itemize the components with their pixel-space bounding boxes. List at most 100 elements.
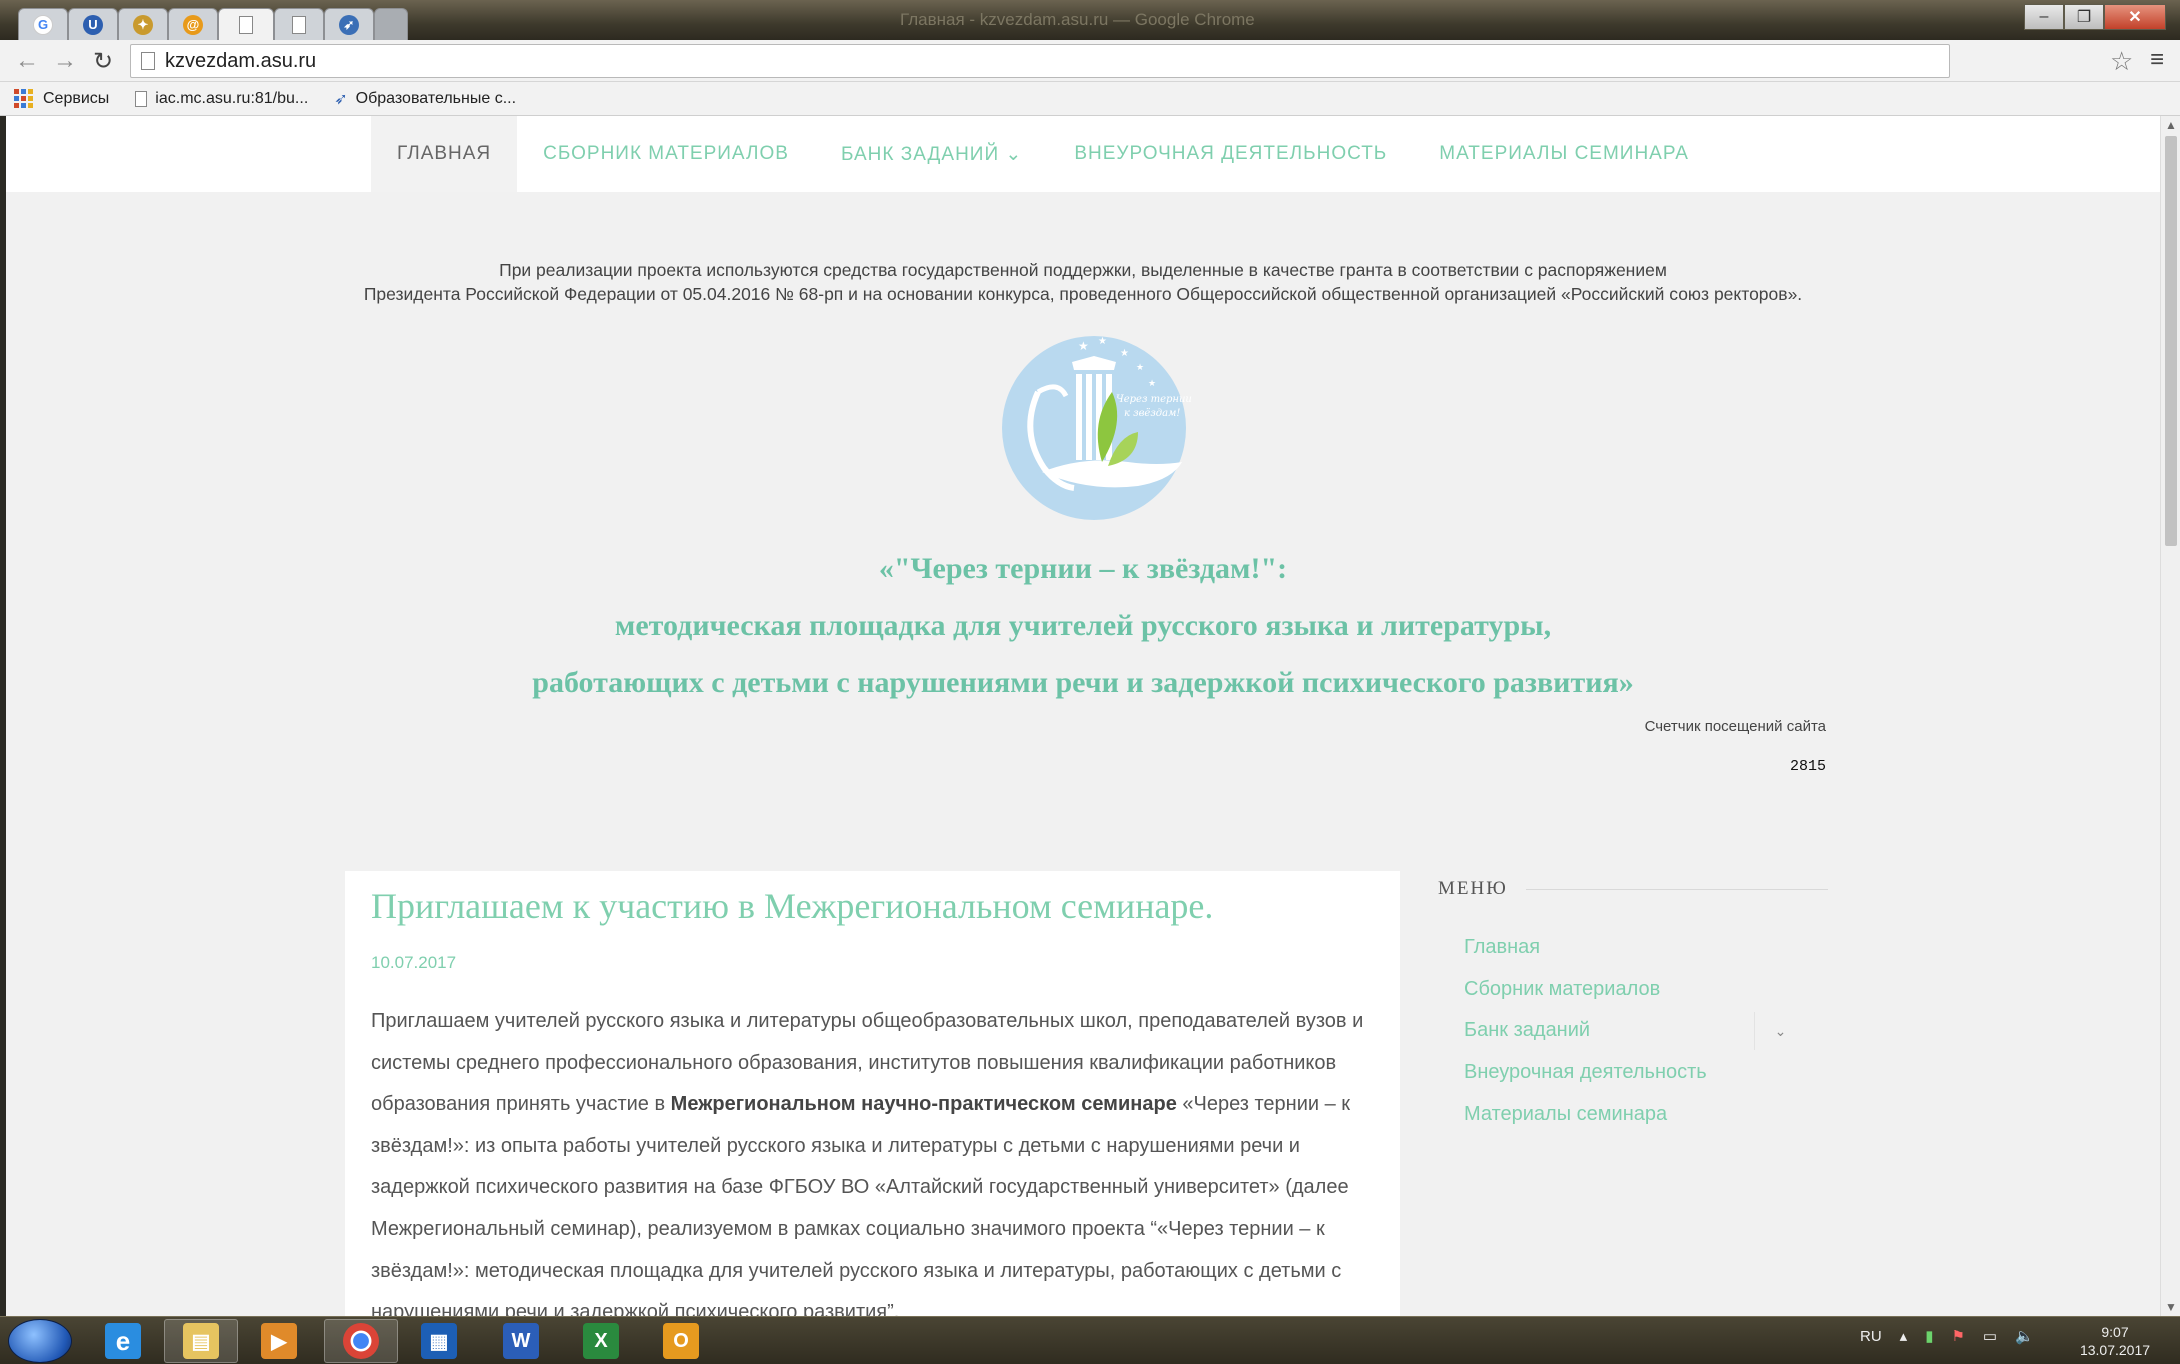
bookmark-educational[interactable]: ➶ Образовательные с... [334,89,516,109]
nav-seminar-materials[interactable]: МАТЕРИАЛЫ СЕМИНАРА [1413,116,1715,192]
emblem-icon: ✦ [133,14,153,35]
new-tab-button[interactable] [374,8,408,40]
address-bar[interactable] [130,44,1950,78]
nav-home[interactable]: ГЛАВНАЯ [371,116,518,192]
scroll-up-icon[interactable]: ▲ [2165,118,2177,132]
maximize-button[interactable]: ❐ [2064,4,2104,30]
taskbar-excel[interactable]: X [564,1319,638,1363]
close-button[interactable]: ✕ [2104,4,2166,30]
sidebar-item-task-bank[interactable]: Банк заданий ⌄ [1464,1010,1828,1052]
tab-mail[interactable]: @ [168,8,218,40]
scroll-down-icon[interactable]: ▼ [2165,1300,2177,1314]
window-title: Главная - kzvezdam.asu.ru — Google Chrom… [900,10,1255,29]
article-text-bold: Межрегиональном научно-практическом семи… [670,1093,1177,1116]
taskbar-chrome[interactable] [324,1319,398,1363]
taskbar-ie[interactable]: e [86,1319,160,1363]
taskbar-outlook[interactable]: O [644,1319,718,1363]
back-button[interactable]: ← [12,46,42,76]
tab-google[interactable]: G [18,8,68,40]
start-button-windows-icon[interactable] [8,1319,72,1363]
sidebar-item-seminar[interactable]: Материалы семинара [1464,1093,1828,1135]
bookmark-iac[interactable]: iac.mc.asu.ru:81/bu... [135,90,308,108]
article-date[interactable]: 10.07.2017 [371,953,1374,973]
svg-text:★: ★ [1078,339,1089,353]
sidebar-item-home[interactable]: Главная [1464,927,1828,969]
sidebar-divider [1525,888,1828,890]
page-scrollbar[interactable]: ▲ ▼ [2160,116,2180,1316]
nav-task-bank[interactable]: БАНК ЗАДАНИЙ ⌄ [815,116,1048,192]
action-center-icon[interactable]: ⚑ [1951,1327,1964,1345]
visit-counter-value: 2815 [1789,758,1826,775]
sidebar-menu: МЕНЮ Главная Сборник материалов Банк зад… [1438,871,1828,1135]
url-input[interactable] [165,49,1865,73]
google-icon: G [33,14,53,35]
page-icon [135,90,148,107]
chrome-menu-icon[interactable]: ≡ [2150,46,2164,74]
site-navigation: ГЛАВНАЯ СБОРНИК МАТЕРИАЛОВ БАНК ЗАДАНИЙ … [6,116,2160,192]
sidebar-item-collection[interactable]: Сборник материалов [1464,969,1828,1011]
apps-grid-icon [14,89,33,108]
bookmark-label: Образовательные с... [355,89,517,107]
volume-icon[interactable]: 🔈 [2015,1327,2034,1345]
bookmark-site-icon: ➶ [334,90,348,108]
excel-icon: X [583,1323,619,1359]
article-body: Приглашаем учителей русского языка и лит… [371,1001,1374,1316]
tab-bird[interactable]: ➶ [324,8,374,40]
taskbar-calculator[interactable]: ▦ [402,1319,476,1363]
logo-text-1: Через тернии [1116,394,1192,405]
taskbar-explorer[interactable]: ▤ [164,1319,238,1363]
grant-line-1: При реализации проекта используются сред… [499,260,1667,280]
visit-counter-label: Счетчик посещений сайта [1644,718,1826,735]
taskbar-word[interactable]: W [484,1319,558,1363]
grant-line-2: Президента Российской Федерации от 05.04… [363,284,1803,304]
sidebar-item-label: Банк заданий [1464,1019,1591,1042]
grant-notice: При реализации проекта используются сред… [6,258,2160,306]
article-title[interactable]: Приглашаем к участию в Межрегиональном с… [371,885,1374,927]
show-hidden-icons-icon[interactable]: ▴ [1900,1327,1908,1345]
sidebar-item-label: Материалы семинара [1464,1102,1668,1125]
bookmark-star-icon[interactable]: ☆ [2110,46,2133,77]
svg-text:★: ★ [1098,336,1107,347]
nav-collection[interactable]: СБОРНИК МАТЕРИАЛОВ [517,116,815,192]
windows-taskbar: e ▤ ▶ ▦ W X O RU ▴ ▮ ⚑ ▭ 🔈 9:07 13.07.20… [0,1316,2180,1364]
svg-text:★: ★ [1148,379,1156,389]
headline-line-2: методическая площадка для учителей русск… [614,609,1552,642]
tab-emblem[interactable]: ✦ [118,8,168,40]
system-tray: RU ▴ ▮ ⚑ ▭ 🔈 [1860,1327,2034,1346]
outlook-icon: O [663,1323,699,1359]
chrome-icon [343,1323,379,1359]
at-icon: @ [183,14,203,35]
article-text-2: «Через тернии – к звёздам!»: из опыта ра… [371,1093,1351,1316]
taskbar-media[interactable]: ▶ [242,1319,316,1363]
system-clock[interactable]: 9:07 13.07.2017 [2060,1323,2170,1359]
tab-active[interactable] [218,8,274,40]
bookmark-label: Сервисы [43,89,110,107]
sidebar-item-label: Сборник материалов [1464,977,1661,1000]
scroll-thumb[interactable] [2165,136,2177,546]
word-icon: W [503,1323,539,1359]
site-headline: «"Через тернии – к звёздам!": методическ… [6,540,2160,711]
submenu-toggle-chevron-down-icon[interactable]: ⌄ [1754,1012,1806,1051]
network-icon[interactable]: ▮ [1925,1327,1933,1345]
svg-text:★: ★ [1136,363,1144,373]
media-player-icon: ▶ [261,1323,297,1359]
page-icon [141,52,155,70]
sidebar-title-row: МЕНЮ [1438,871,1828,907]
article-card: Приглашаем к участию в Межрегиональном с… [345,871,1400,1316]
tab-shield[interactable]: U [68,8,118,40]
nav-extracurricular[interactable]: ВНЕУРОЧНАЯ ДЕЯТЕЛЬНОСТЬ [1048,116,1413,192]
shield-icon: U [83,14,103,35]
forward-button[interactable]: → [50,46,80,76]
page-icon [239,15,253,34]
minimize-button[interactable]: – [2024,4,2064,30]
browser-toolbar: ← → ↻ ☆ ≡ [0,40,2180,82]
tab-blank[interactable] [274,8,324,40]
bookmark-services[interactable]: Сервисы [14,89,109,108]
language-indicator[interactable]: RU [1860,1328,1882,1345]
sidebar-item-extracurricular[interactable]: Внеурочная деятельность [1464,1052,1828,1094]
reload-button[interactable]: ↻ [88,46,118,76]
display-icon[interactable]: ▭ [1983,1327,1997,1345]
folder-icon: ▤ [183,1323,219,1359]
page-icon [292,15,306,34]
sidebar-item-label: Главная [1464,936,1541,959]
